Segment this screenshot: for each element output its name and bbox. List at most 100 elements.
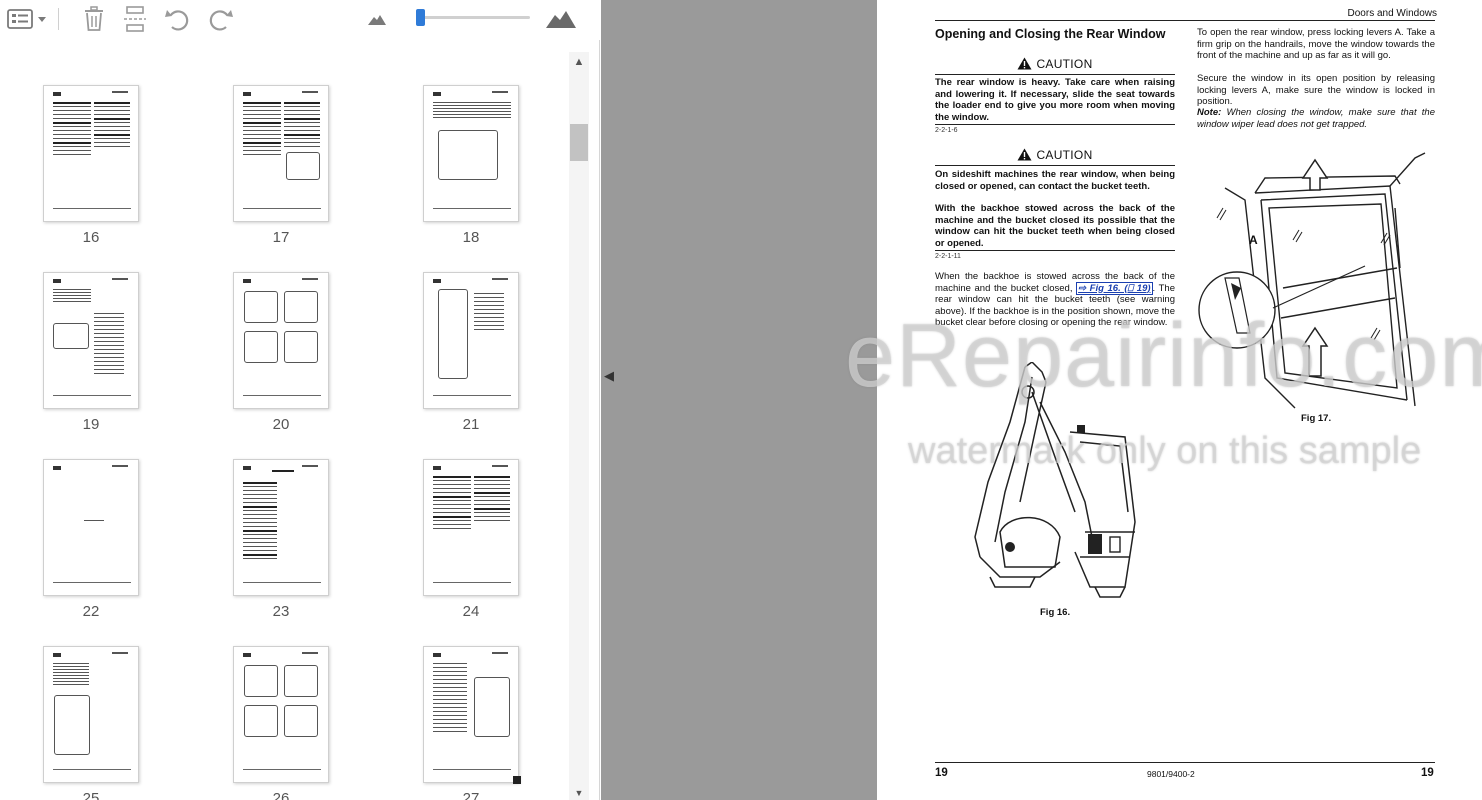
thumbnail-text-line: [433, 516, 471, 518]
resize-corner: [513, 776, 521, 784]
thumbnail-footer-rule: [433, 769, 511, 770]
thumbnail-text-line: [53, 118, 91, 119]
thumbnail-header: [492, 652, 508, 654]
page-thumbnail[interactable]: [423, 85, 519, 222]
sidebar-list-icon: [7, 9, 46, 29]
note-label: Note:: [1197, 107, 1222, 118]
page-thumbnail[interactable]: [233, 646, 329, 783]
thumbnail-text-line: [433, 496, 471, 498]
thumbnail-text-line: [94, 345, 124, 346]
page-thumbnail[interactable]: [423, 459, 519, 596]
thumbnail-footer-rule: [53, 769, 131, 770]
fig-16-link[interactable]: ⇨ Fig 16. (⎕ 19): [1076, 281, 1153, 295]
thumbnail-text-line: [433, 504, 471, 505]
thumbnail-text-line: [94, 321, 124, 322]
page-thumbnail[interactable]: [233, 459, 329, 596]
thumbnail-footer-rule: [243, 582, 321, 583]
caution-rule: [935, 74, 1175, 75]
thumbnail-text-line: [433, 695, 467, 696]
page-number-label: 20: [272, 416, 290, 433]
thumbnail-footer-rule: [433, 395, 511, 396]
thumbnail-text-line: [94, 349, 124, 350]
thumbnail-text-line: [53, 134, 91, 135]
thumbnail-text-line: [53, 684, 89, 685]
thumbnail-text-line: [243, 126, 281, 127]
header-rule: [935, 20, 1435, 21]
thumbnail-text-line: [433, 524, 471, 525]
zoom-out-thumbnails-button[interactable]: [366, 4, 388, 34]
thumbnail-text-line: [243, 522, 277, 523]
thumbnail-text-line: [284, 122, 320, 123]
caution-2-text-a: On sideshift machines the rear window, w…: [935, 169, 1175, 192]
thumbnail-text-line: [53, 154, 91, 155]
thumbnail-text-line: [243, 498, 277, 499]
collapse-panel-arrow[interactable]: ◀: [604, 368, 614, 388]
thumbnail-text-line: [474, 297, 504, 298]
thumbnail-text-line: [94, 118, 130, 120]
thumbnail-text-line: [243, 502, 277, 503]
page-thumbnail[interactable]: [43, 459, 139, 596]
mountain-small-icon: [368, 15, 386, 25]
thumbnail-text-line: [243, 130, 281, 131]
thumbnail-figure: [284, 331, 318, 363]
slider-thumb[interactable]: [416, 9, 425, 26]
thumbnail-text-line: [94, 333, 124, 334]
scroll-down-arrow[interactable]: ▼: [569, 786, 589, 800]
note-text: When closing the window, make sure that …: [1197, 107, 1435, 130]
page-thumbnail[interactable]: [43, 272, 139, 409]
thumbnail-size-slider[interactable]: [416, 9, 530, 26]
thumbnail-text-line: [243, 110, 281, 111]
thumbnail-text-line: [53, 678, 89, 679]
thumbnail-text-line: [53, 110, 91, 111]
thumbnail-text-line: [474, 329, 504, 330]
caution-1-ref: 2-2-1-6: [935, 127, 958, 134]
thumbnail-text-line: [53, 666, 89, 667]
thumbnail-text-line: [94, 317, 124, 318]
thumbnail-header: [492, 91, 508, 93]
caution-label: CAUTION: [1036, 147, 1093, 162]
caution-rule: [935, 124, 1175, 125]
extract-pages-button[interactable]: [120, 4, 150, 34]
thumbnail-text-line: [243, 538, 277, 539]
page-thumbnail[interactable]: [43, 646, 139, 783]
thumbnail-text-line: [94, 361, 124, 362]
page-thumbnail[interactable]: [233, 85, 329, 222]
pdf-viewer: 16 17 18 19 20 21 22 23 24 25 26 27 ▲ ▼ ◀ Doors and…: [0, 0, 1482, 800]
footer-page-right: 19: [1421, 767, 1434, 779]
page-thumbnail[interactable]: [423, 646, 519, 783]
thumbnail-text-line: [243, 546, 277, 547]
zoom-in-thumbnails-button[interactable]: [544, 4, 578, 34]
thumbnail-text-line: [243, 510, 277, 511]
fig-17-label-a: A: [1249, 233, 1258, 247]
thumbnail-text-line: [53, 295, 91, 296]
thumbnail-text-line: [474, 480, 510, 481]
thumbnail-text-line: [474, 317, 504, 318]
thumbnail-text-line: [94, 325, 124, 326]
page-number-label: 16: [82, 229, 100, 246]
thumbnail-text-line: [243, 514, 277, 515]
rotate-left-button[interactable]: [162, 4, 194, 34]
thumbnail-text-line: [243, 102, 281, 104]
page-number-label: 21: [462, 416, 480, 433]
thumbnail-text-line: [433, 500, 471, 501]
thumbnail-text-line: [53, 150, 91, 151]
thumbnail-text-line: [284, 114, 320, 115]
rotate-right-button[interactable]: [204, 4, 236, 34]
thumbnail-footer-rule: [53, 582, 131, 583]
delete-page-button[interactable]: [80, 4, 108, 34]
thumbnail-text-line: [474, 516, 510, 517]
thumbnail-figure: [54, 695, 90, 755]
page-thumbnail[interactable]: [233, 272, 329, 409]
thumbnail-text-line: [94, 313, 124, 314]
page-thumbnail[interactable]: [423, 272, 519, 409]
thumbnail-scrollbar[interactable]: ▲ ▼: [569, 52, 589, 800]
sidebar-options-button[interactable]: [6, 4, 50, 34]
thumbnail-text-line: [243, 518, 277, 519]
page-thumbnail[interactable]: [43, 85, 139, 222]
thumbnail-text-line: [94, 142, 130, 143]
thumbnail-footer-rule: [243, 208, 321, 209]
scroll-up-arrow[interactable]: ▲: [569, 52, 589, 72]
thumbnail-text-line: [474, 476, 510, 478]
thumbnail-text-line: [433, 111, 511, 112]
scroll-thumb[interactable]: [570, 124, 588, 161]
